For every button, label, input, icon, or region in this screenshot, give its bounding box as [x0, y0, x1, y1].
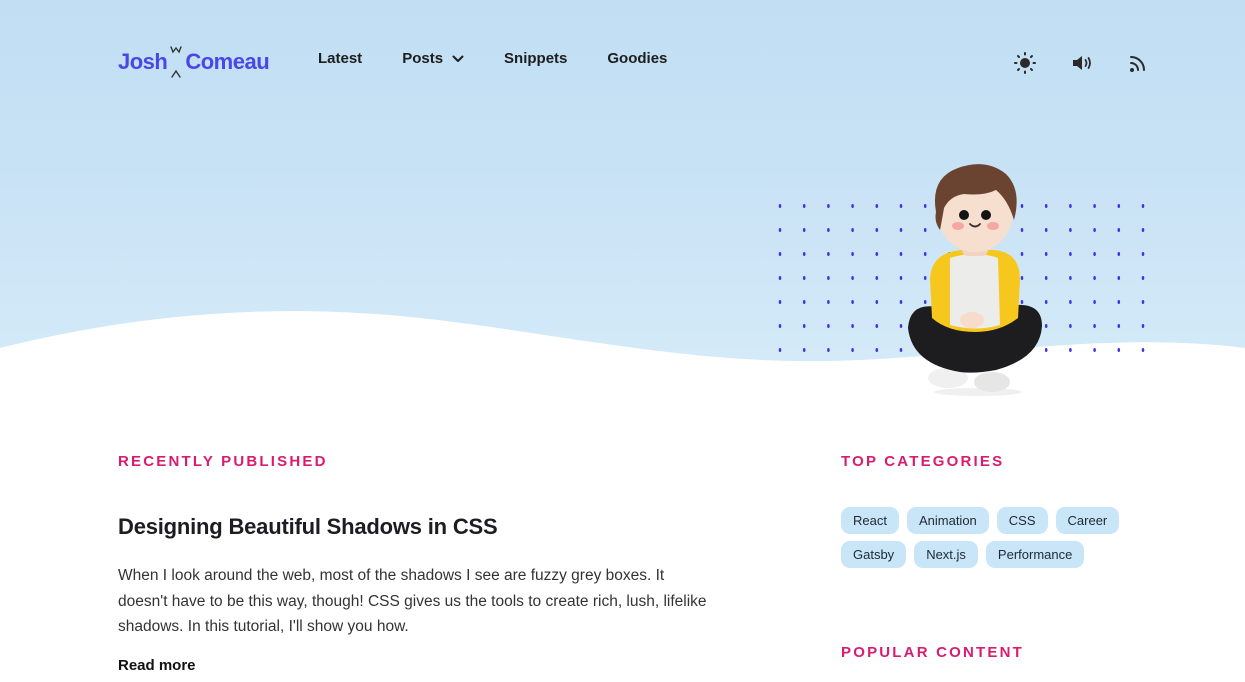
decorative-dot	[1093, 300, 1096, 304]
post-title[interactable]: Designing Beautiful Shadows in CSS	[118, 514, 498, 540]
header-actions	[1012, 51, 1152, 75]
decorative-dot	[875, 228, 879, 232]
decorative-dot	[1141, 348, 1145, 352]
decorative-dot	[1069, 228, 1072, 232]
decorative-dot	[1069, 252, 1072, 256]
post-excerpt: When I look around the web, most of the …	[118, 567, 707, 635]
nav-snippets[interactable]: Snippets	[504, 50, 567, 67]
nav-goodies[interactable]: Goodies	[607, 50, 667, 67]
decorative-dot	[1141, 300, 1145, 304]
nav-goodies-label: Goodies	[607, 50, 668, 67]
decorative-dot	[851, 228, 854, 232]
sun-icon[interactable]	[1012, 51, 1038, 75]
decorative-dot	[778, 276, 782, 280]
tag-nextjs[interactable]: Next.js	[914, 541, 978, 568]
logo-last-name: Comeau	[185, 49, 270, 74]
tag-react[interactable]: React	[841, 507, 899, 534]
recently-published-heading: RECENTLY PUBLISHED	[118, 453, 328, 470]
decorative-dot	[875, 348, 879, 352]
decorative-dot	[1093, 228, 1096, 232]
decorative-dot	[1069, 276, 1072, 280]
decorative-dot	[778, 228, 782, 232]
decorative-dot	[778, 204, 782, 208]
decorative-dot	[778, 300, 782, 304]
decorative-dot	[875, 252, 879, 256]
decorative-dot	[875, 276, 879, 280]
speaker-icon[interactable]	[1069, 51, 1095, 75]
decorative-dot	[851, 300, 854, 304]
decorative-dot	[1141, 204, 1145, 208]
tag-animation[interactable]: Animation	[906, 507, 989, 534]
decorative-dot	[1141, 228, 1145, 232]
decorative-dot	[1069, 204, 1072, 208]
nav-latest-label: Latest	[318, 50, 363, 67]
decorative-dot	[827, 348, 830, 352]
decorative-dot	[802, 252, 806, 256]
rss-icon[interactable]	[1126, 51, 1152, 75]
decorative-dot	[1117, 300, 1121, 304]
decorative-dot	[778, 252, 782, 256]
decorative-dot	[827, 276, 830, 280]
decorative-dot	[1093, 204, 1096, 208]
decorative-dot	[827, 228, 830, 232]
decorative-dot	[875, 204, 879, 208]
site-logo[interactable]: Josh Comeau	[118, 42, 270, 82]
decorative-dot	[1141, 252, 1145, 256]
decorative-dot	[827, 300, 830, 304]
decorative-dot	[1093, 252, 1096, 256]
nav-posts-label: Posts	[402, 50, 444, 67]
decorative-dot	[1093, 348, 1096, 352]
decorative-dot	[827, 252, 830, 256]
decorative-dot	[1117, 324, 1121, 328]
nav-snippets-label: Snippets	[504, 50, 568, 67]
main-navigation: Latest Posts Snippets Goodies	[318, 50, 707, 67]
decorative-dot	[778, 348, 782, 352]
decorative-dot	[1117, 348, 1121, 352]
tag-career[interactable]: Career	[1055, 507, 1120, 534]
popular-content-heading: POPULAR CONTENT	[841, 644, 1024, 661]
category-tag-list: React Animation CSS Career Gatsby Next.j…	[841, 507, 1141, 575]
decorative-dot	[1141, 276, 1145, 280]
logo-first-name: Josh	[118, 49, 168, 74]
decorative-dot	[1093, 276, 1096, 280]
read-more-link[interactable]: Read more	[118, 657, 196, 674]
logo-squiggle-icon	[170, 46, 183, 78]
decorative-dot	[1117, 252, 1121, 256]
decorative-dot	[851, 252, 854, 256]
decorative-dot	[1069, 348, 1072, 352]
decorative-dot	[1117, 228, 1121, 232]
decorative-dot	[875, 324, 879, 328]
decorative-dot	[851, 324, 854, 328]
decorative-dot	[802, 348, 806, 352]
tag-performance[interactable]: Performance	[985, 541, 1085, 568]
tag-css[interactable]: CSS	[996, 507, 1048, 534]
decorative-dot	[802, 204, 806, 208]
top-categories-heading: TOP CATEGORIES	[841, 453, 1005, 470]
nav-latest[interactable]: Latest	[318, 50, 362, 67]
decorative-dot	[1117, 204, 1121, 208]
decorative-dot	[778, 324, 782, 328]
decorative-dot	[827, 324, 830, 328]
decorative-dot	[851, 276, 854, 280]
decorative-dot	[827, 204, 830, 208]
decorative-dot	[851, 204, 854, 208]
decorative-dot	[1093, 324, 1096, 328]
decorative-dot	[1069, 300, 1072, 304]
decorative-dot	[802, 300, 806, 304]
avatar-illustration	[908, 164, 1042, 396]
nav-posts[interactable]: Posts	[402, 50, 464, 67]
decorative-dot	[1117, 276, 1121, 280]
decorative-dot	[802, 276, 806, 280]
decorative-dot	[875, 300, 879, 304]
decorative-dot	[1069, 324, 1072, 328]
site-header: Josh Comeau Latest Posts Snippets Goodie…	[0, 0, 1245, 124]
decorative-dot	[802, 324, 806, 328]
decorative-dot	[851, 348, 854, 352]
chevron-down-icon	[452, 55, 464, 62]
decorative-dot	[802, 228, 806, 232]
tag-gatsby[interactable]: Gatsby	[841, 541, 907, 568]
decorative-dot	[1141, 324, 1145, 328]
